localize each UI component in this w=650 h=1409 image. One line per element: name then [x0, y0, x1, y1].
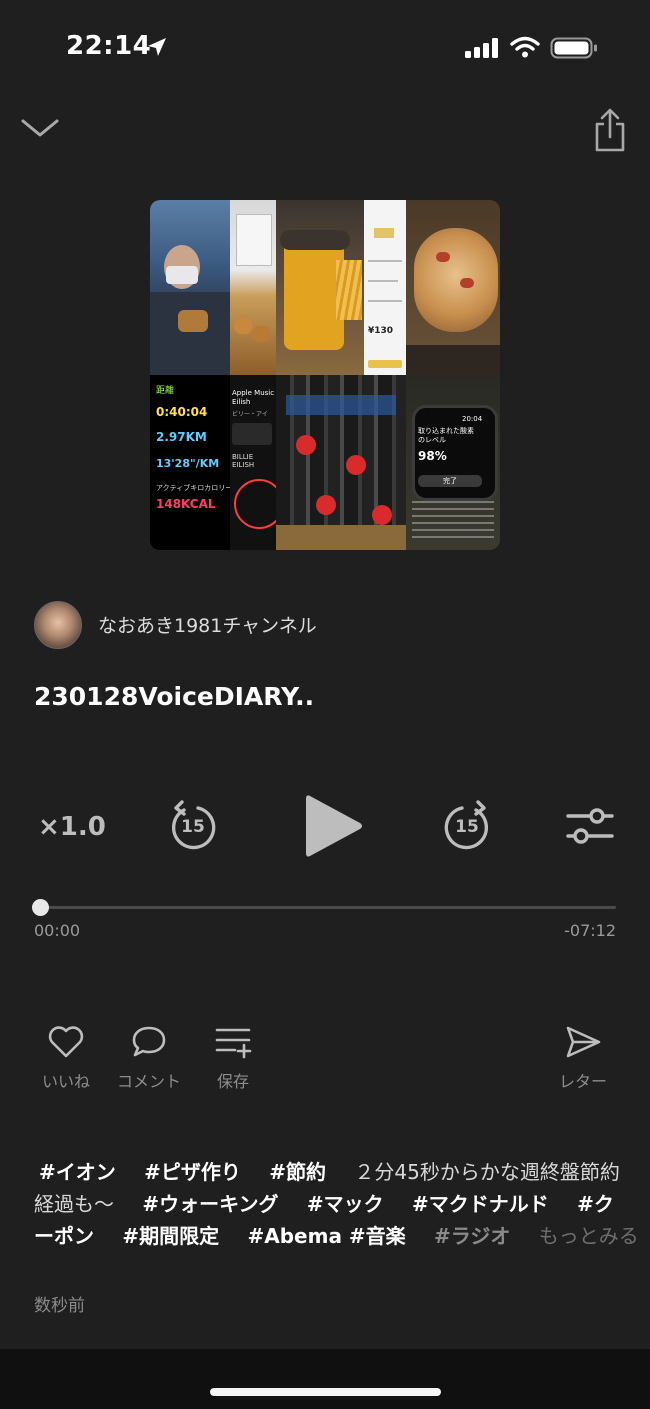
wifi-icon: [510, 36, 540, 58]
hashtag[interactable]: #マクドナルド: [412, 1192, 549, 1216]
status-time: 22:14: [66, 31, 152, 61]
home-indicator[interactable]: [210, 1388, 441, 1396]
speech-bubble-icon: [132, 1026, 166, 1057]
progress-knob[interactable]: [32, 899, 49, 916]
show-more-link[interactable]: もっとみる: [539, 1224, 639, 1248]
artwork-workout-dist: 2.97KM: [156, 430, 207, 444]
artwork-tile-coffee: [276, 200, 364, 375]
channel-name[interactable]: なおあき1981チャンネル: [98, 611, 317, 638]
description-line-3: ーポン #期間限定 #Abema #音楽 #ラジオ もっとみる: [34, 1220, 639, 1252]
artwork-watch-btn: 完了: [418, 475, 482, 487]
hashtag[interactable]: #期間限定: [122, 1224, 219, 1248]
artwork-music-art: BILLIE EILISH: [232, 453, 255, 469]
artwork-tile-pizza: [406, 200, 500, 375]
send-paper-plane-icon: [566, 1026, 601, 1058]
artwork-watch-text: 取り込まれた酸素のレベル: [418, 427, 474, 444]
save-button[interactable]: 保存: [188, 1024, 278, 1092]
playlist-add-icon: [215, 1028, 252, 1059]
hashtag[interactable]: #ピザ作り: [144, 1160, 241, 1184]
letter-label: レター: [558, 1072, 607, 1091]
artwork-watch-value: 98%: [418, 449, 447, 463]
episode-description: #イオン #ピザ作り #節約 ２分45秒からかな週終盤節約 経過も〜 #ウォーキ…: [34, 1156, 639, 1252]
remaining-time: -07:12: [564, 921, 616, 940]
skip-back-seconds: 15: [181, 817, 205, 837]
heart-icon: [48, 1026, 84, 1058]
like-button[interactable]: いいね: [21, 1024, 111, 1092]
description-line-2: 経過も〜 #ウォーキング #マック #マクドナルド #ク: [34, 1188, 619, 1220]
artwork-workout-dist-label: 距離: [156, 386, 175, 396]
skip-forward-button[interactable]: 15: [442, 800, 492, 854]
hashtag[interactable]: #Abema #音楽: [247, 1224, 405, 1248]
save-label: 保存: [216, 1072, 249, 1091]
artwork-workout-cal-label: アクティブキロカロリー: [156, 484, 230, 492]
channel-avatar[interactable]: [34, 601, 82, 649]
hashtag-faded[interactable]: #ラジオ: [434, 1224, 510, 1248]
artwork-price: ¥130: [368, 326, 394, 336]
cellular-signal-icon: [465, 38, 498, 58]
description-text: ２分45秒からかな週終盤節約: [354, 1160, 620, 1184]
hashtag[interactable]: #ク: [577, 1192, 614, 1216]
hashtag[interactable]: #ウォーキング: [142, 1192, 278, 1216]
artwork-tile-store: [276, 375, 406, 550]
letter-button[interactable]: レター: [538, 1024, 628, 1092]
play-button[interactable]: [302, 790, 366, 862]
description-text: 経過も〜: [34, 1192, 114, 1216]
artwork-tile-receipt: ¥130: [364, 200, 406, 375]
episode-artwork: ¥130 距離 0:40:04 2.97KM 13'28"/KM アクティブキロ…: [150, 200, 500, 550]
artwork-tile-music: Apple Music Eilish ビリー・アイ BILLIE EILISH: [230, 375, 276, 550]
posted-time: 数秒前: [34, 1296, 85, 1316]
bottom-bar: [0, 1349, 650, 1409]
progress-track[interactable]: [34, 906, 616, 909]
artwork-workout-cal: 148KCAL: [156, 497, 216, 511]
like-label: いいね: [41, 1072, 90, 1091]
hashtag[interactable]: #イオン: [39, 1160, 116, 1184]
artwork-music-title: Apple Music Eilish: [232, 389, 275, 406]
artwork-music-sub: ビリー・アイ: [232, 411, 268, 418]
elapsed-time: 00:00: [34, 921, 81, 940]
description-line-1: #イオン #ピザ作り #節約 ２分45秒からかな週終盤節約: [34, 1156, 620, 1188]
artwork-workout-pace: 13'28"/KM: [156, 457, 220, 470]
skip-forward-seconds: 15: [455, 817, 479, 837]
artwork-tile-workout: 距離 0:40:04 2.97KM 13'28"/KM アクティブキロカロリー …: [150, 375, 230, 550]
artwork-watch-time: 20:04: [462, 415, 483, 423]
share-icon[interactable]: [592, 108, 628, 154]
artwork-tile-person: [150, 200, 230, 375]
comment-button[interactable]: コメント: [104, 1024, 194, 1092]
artwork-tile-watch: 20:04 取り込まれた酸素のレベル 98% 完了: [406, 375, 500, 550]
hashtag[interactable]: #マック: [307, 1192, 384, 1216]
artwork-workout-time: 0:40:04: [156, 405, 208, 419]
skip-back-button[interactable]: 15: [168, 800, 218, 854]
artwork-tile-nuggets: [230, 200, 276, 375]
location-arrow-icon: [148, 38, 166, 56]
playback-speed-button[interactable]: ×1.0: [38, 812, 106, 842]
episode-title: 230128VoiceDIARY..: [34, 682, 315, 711]
collapse-chevron-down-icon[interactable]: [20, 116, 60, 142]
battery-icon: [550, 37, 597, 59]
hashtag[interactable]: ーポン: [34, 1224, 94, 1248]
sliders-settings-icon[interactable]: [566, 806, 614, 846]
hashtag[interactable]: #節約: [269, 1160, 326, 1184]
comment-label: コメント: [116, 1072, 181, 1091]
